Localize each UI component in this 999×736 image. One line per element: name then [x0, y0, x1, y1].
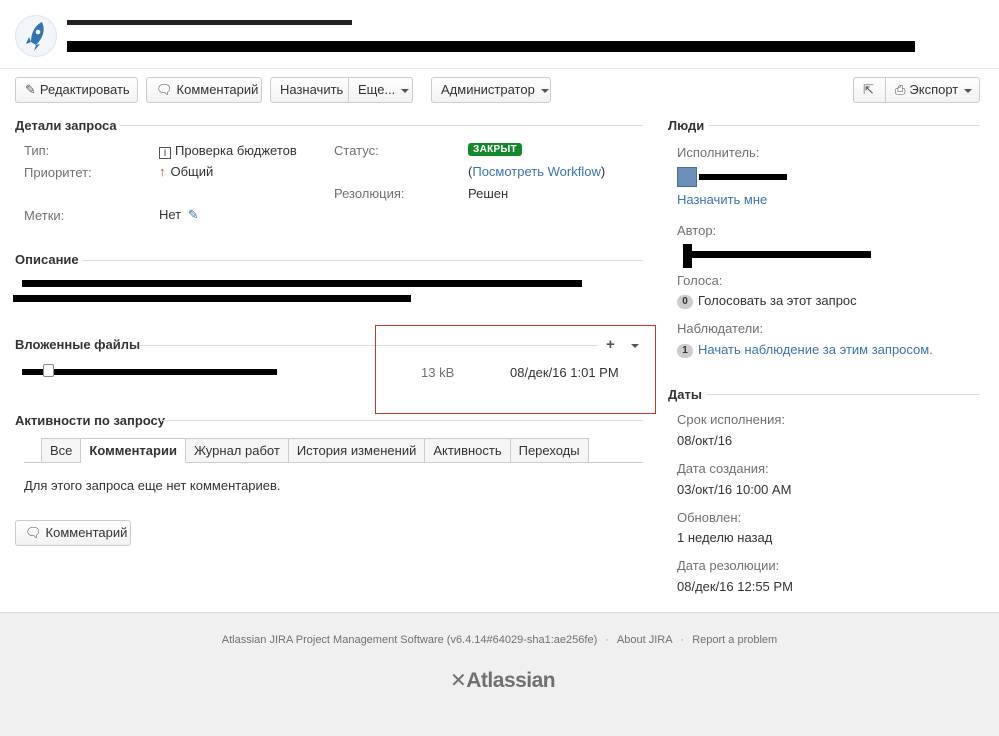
status-badge: ЗАКРЫТ	[468, 143, 522, 156]
footer-links: Atlassian JIRA Project Management Softwa…	[0, 634, 999, 646]
share-button[interactable]: ⇱	[853, 77, 886, 103]
export-icon: ⎙	[895, 82, 906, 97]
header-divider	[0, 68, 999, 69]
type-value: I Проверка бюджетов	[159, 143, 297, 159]
separator: ·	[605, 634, 609, 646]
tab-all[interactable]: Все	[41, 438, 82, 463]
chevron-down-icon	[964, 88, 973, 93]
edit-button[interactable]: ✎ Редактировать	[15, 77, 138, 103]
type-label: Тип:	[24, 143, 50, 158]
breadcrumb[interactable]	[67, 18, 352, 28]
details-divider	[120, 125, 643, 126]
votes-row: 0 Голосовать за этот запрос	[677, 293, 857, 309]
assignee-name-redacted[interactable]	[699, 174, 787, 180]
about-link[interactable]: About JIRA	[617, 634, 673, 646]
atlassian-logo[interactable]: ✕Atlassian	[450, 668, 556, 693]
activity-divider	[160, 420, 643, 421]
atlassian-x-icon: ✕	[450, 670, 467, 692]
created-label: Дата создания:	[677, 461, 769, 476]
tab-work-log[interactable]: Журнал работ	[185, 438, 289, 463]
chevron-down-icon	[540, 88, 549, 93]
votes-count: 0	[677, 295, 693, 309]
updated-value: 1 неделю назад	[677, 530, 773, 545]
share-icon: ⇱	[863, 82, 874, 97]
resolution-value: Решен	[468, 186, 509, 201]
more-actions-button[interactable]: Еще...	[348, 77, 413, 103]
labels-value[interactable]: Нет ✎	[159, 207, 199, 223]
status-label: Статус:	[334, 143, 379, 158]
watchers-label: Наблюдатели:	[677, 321, 764, 336]
vote-link[interactable]: Голосовать за этот запрос	[698, 293, 857, 308]
attachments-heading: Вложенные файлы	[15, 337, 141, 352]
rocket-icon	[26, 22, 44, 51]
votes-label: Голоса:	[677, 273, 723, 288]
footer: Atlassian JIRA Project Management Softwa…	[0, 612, 999, 736]
due-date-value: 08/окт/16	[677, 433, 733, 448]
reporter-label: Автор:	[677, 223, 717, 238]
redaction-bar	[67, 41, 915, 52]
add-comment-button[interactable]: 🗨 Комментарий	[15, 520, 131, 546]
workflow-link-wrap: (Посмотреть Workflow)	[468, 164, 606, 179]
comment-button[interactable]: 🗨 Комментарий	[146, 77, 262, 103]
tab-comments[interactable]: Комментарии	[81, 438, 186, 463]
comment-icon: 🗨	[25, 525, 42, 540]
assign-button[interactable]: Назначить	[270, 77, 349, 103]
resolved-label: Дата резолюции:	[677, 558, 780, 573]
view-workflow-link[interactable]: Посмотреть Workflow	[472, 164, 601, 179]
arrow-up-icon: ↑	[159, 164, 166, 179]
watchers-row: 1 Начать наблюдение за этим запросом.	[677, 342, 933, 358]
export-button[interactable]: ⎙ Экспорт	[885, 77, 980, 103]
assign-to-me-link[interactable]: Назначить мне	[677, 192, 767, 207]
file-icon	[43, 364, 54, 377]
report-problem-link[interactable]: Report a problem	[692, 634, 777, 646]
dates-divider	[706, 394, 980, 395]
attachment-filename-redacted[interactable]	[22, 369, 277, 375]
due-date-label: Срок исполнения:	[677, 412, 785, 427]
priority-value: ↑ Общий	[159, 164, 214, 179]
dates-heading: Даты	[668, 387, 702, 402]
watchers-count: 1	[677, 344, 693, 358]
updated-label: Обновлен:	[677, 510, 742, 525]
issue-type-icon: I	[159, 147, 171, 159]
description-divider	[82, 260, 643, 261]
pencil-icon[interactable]: ✎	[188, 207, 199, 222]
people-heading: Люди	[668, 118, 705, 133]
resolved-value: 08/дек/16 12:55 PM	[677, 579, 793, 594]
priority-label: Приоритет:	[24, 165, 92, 180]
tab-activity[interactable]: Активность	[425, 438, 511, 463]
labels-label: Метки:	[24, 208, 65, 223]
watch-link[interactable]: Начать наблюдение за этим запросом.	[698, 342, 933, 357]
tab-history[interactable]: История изменений	[288, 438, 426, 463]
details-heading: Детали запроса	[15, 118, 117, 133]
no-comments-message: Для этого запроса еще нет комментариев.	[24, 478, 281, 493]
redaction-bar	[67, 20, 352, 25]
resolution-label: Резолюция:	[334, 186, 405, 201]
reporter-name-redacted[interactable]	[683, 251, 871, 258]
project-avatar[interactable]	[15, 15, 57, 57]
tab-transitions[interactable]: Переходы	[510, 438, 589, 463]
avatar	[677, 167, 697, 187]
software-link[interactable]: Atlassian JIRA Project Management Softwa…	[222, 634, 597, 646]
separator: ·	[680, 634, 685, 646]
highlight-box	[375, 325, 656, 414]
chevron-down-icon	[401, 88, 410, 93]
comment-icon: 🗨	[156, 82, 173, 97]
people-divider	[708, 125, 980, 126]
description-heading: Описание	[15, 252, 79, 267]
assignee-label: Исполнитель:	[677, 145, 760, 160]
issue-title	[67, 36, 915, 56]
pencil-icon: ✎	[25, 82, 36, 97]
created-value: 03/окт/16 10:00 AM	[677, 482, 792, 497]
description-text-redacted	[22, 280, 582, 287]
activity-heading: Активности по запросу	[15, 413, 166, 428]
admin-button[interactable]: Администратор	[431, 77, 551, 103]
activity-tabs: Все Комментарии Журнал работ История изм…	[41, 438, 589, 463]
description-text-redacted	[13, 295, 411, 302]
